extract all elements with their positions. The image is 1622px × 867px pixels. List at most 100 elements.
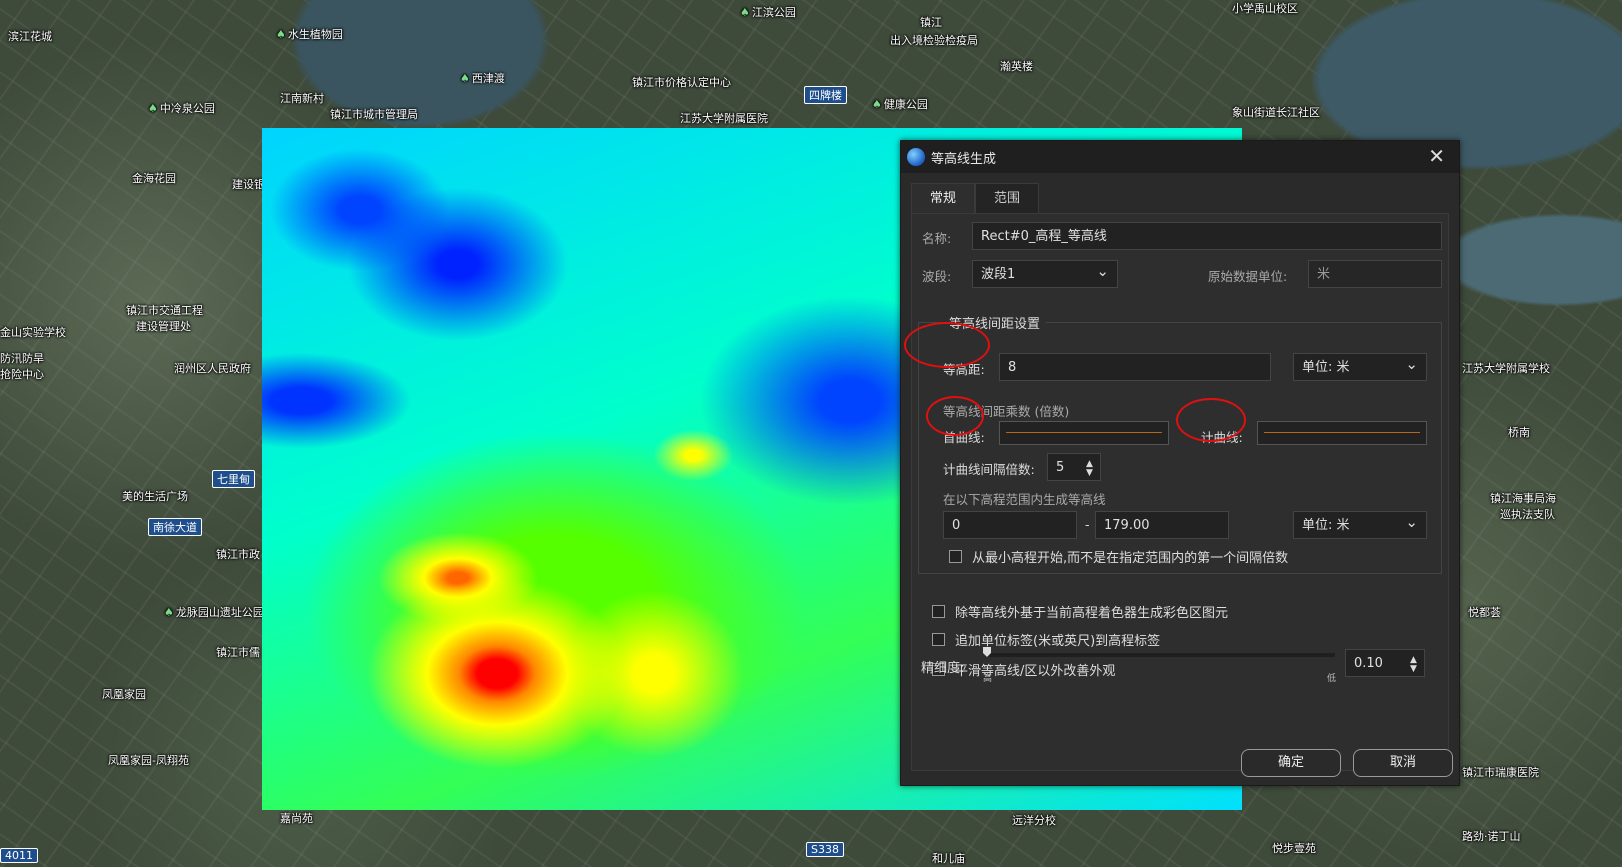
tab-general[interactable]: 常规: [911, 183, 976, 215]
map-label: 金山实验学校: [0, 324, 66, 340]
unit-orig-label: 原始数据单位:: [1208, 269, 1288, 284]
close-icon[interactable]: ✕: [1428, 145, 1445, 167]
range-min-input[interactable]: 0: [943, 511, 1077, 539]
map-label: 远洋分校: [1012, 812, 1056, 828]
index-interval-value: 5: [1056, 460, 1065, 475]
interval-unit-select[interactable]: 单位: 米 ⌄: [1293, 353, 1427, 381]
interval-group: 等高线间距设置 等高距: 8 单位: 米 ⌄ 等高线间距乘数 (倍数) 首曲线:…: [918, 313, 1442, 574]
park-pin-icon: ♠: [740, 6, 750, 19]
map-label: 出入境检验检疫局: [890, 32, 978, 48]
road-tag: S338: [806, 842, 844, 857]
map-label: 润州区人民政府: [174, 360, 251, 376]
contour-dialog: 等高线生成 ✕ 常规 范围 名称: Rect#0_高程_等高线 波段: 波段1 …: [900, 140, 1460, 786]
map-label: 防汛防旱: [0, 350, 44, 366]
start-from-min-checkbox[interactable]: 从最小高程开始,而不是在指定范围内的第一个间隔倍数: [949, 547, 1288, 566]
range-unit-select[interactable]: 单位: 米 ⌄: [1293, 511, 1427, 539]
map-label-text: 小学禹山校区: [1232, 2, 1298, 15]
map-label-text: 远洋分校: [1012, 814, 1056, 827]
map-label: ♠ 中冷泉公园: [148, 100, 215, 116]
checkbox-box[interactable]: [949, 550, 962, 563]
map-label-text: 镇江: [920, 16, 942, 29]
precision-low-label: 低: [1327, 674, 1337, 684]
color-region-checkbox[interactable]: 除等高线外基于当前高程着色器生成彩色区图元: [932, 602, 1228, 621]
map-label-text: 健康公园: [883, 98, 928, 111]
map-label-text: 中冷泉公园: [159, 102, 215, 115]
chevron-down-icon: ⌄: [1405, 355, 1418, 373]
map-label-text: 嘉尚苑: [280, 812, 313, 825]
map-label: 抢险中心: [0, 366, 44, 382]
park-pin-icon: ♠: [148, 102, 158, 115]
map-label: ♠ 西津渡: [460, 70, 505, 86]
spin-down-icon[interactable]: ▼: [1086, 469, 1093, 478]
map-label-text: 滨江花城: [8, 30, 52, 43]
map-label-text: 桥南: [1508, 426, 1530, 439]
map-label-text: 江滨公园: [751, 6, 796, 19]
chevron-down-icon: ⌄: [1405, 513, 1418, 531]
map-label-text: 镇江市政: [216, 548, 260, 561]
map-label-text: 凤凰家园-凤翔苑: [108, 754, 189, 767]
ok-button[interactable]: 确定: [1241, 749, 1341, 777]
map-label-text: 水生植物园: [287, 28, 343, 41]
map-label: 凤凰家园-凤翔苑: [108, 752, 189, 768]
map-label-text: 巡执法支队: [1500, 508, 1555, 521]
precision-slider-track[interactable]: [985, 653, 1335, 657]
range-max-input[interactable]: 179.00: [1095, 511, 1229, 539]
map-label: 桥南: [1508, 424, 1530, 440]
interval-input[interactable]: 8: [999, 353, 1271, 381]
map-label-text: 镇江市儒: [216, 646, 260, 659]
map-label-text: 建设管理处: [136, 320, 191, 333]
map-label: 悦步壹苑: [1272, 840, 1316, 856]
dialog-title: 等高线生成: [931, 151, 997, 167]
map-label: 小学禹山校区: [1232, 0, 1298, 16]
map-label-text: 镇江市城市管理局: [330, 108, 418, 121]
map-label-text: 防汛防旱: [0, 352, 44, 365]
band-select[interactable]: 波段1 ⌄: [972, 260, 1118, 288]
dialog-titlebar[interactable]: 等高线生成 ✕: [901, 141, 1459, 173]
map-label-text: 江南新村: [280, 92, 324, 105]
map-label: 江南新村: [280, 90, 324, 106]
name-input[interactable]: Rect#0_高程_等高线: [972, 222, 1442, 250]
map-label-text: 镇江海事局海: [1490, 492, 1556, 505]
spin-down-icon[interactable]: ▼: [1410, 665, 1417, 674]
cancel-button[interactable]: 取消: [1353, 749, 1453, 777]
road-tag: 4011: [0, 848, 38, 863]
index-line-style[interactable]: [1257, 421, 1427, 445]
road-tag: 七里甸: [212, 470, 255, 488]
map-label-text: 美的生活广场: [122, 490, 188, 503]
map-label-text: 镇江市交通工程: [126, 304, 203, 317]
map-label: ♠ 健康公园: [872, 96, 928, 112]
map-label-text: 出入境检验检疫局: [890, 34, 978, 47]
unit-label-checkbox[interactable]: 追加单位标签(米或英尺)到高程标签: [932, 630, 1160, 649]
map-label: 镇江市价格认定中心: [632, 74, 731, 90]
name-label: 名称:: [922, 231, 952, 246]
start-from-min-label: 从最小高程开始,而不是在指定范围内的第一个间隔倍数: [972, 551, 1289, 566]
map-label: 凤凰家园: [102, 686, 146, 702]
map-label-text: 悦步壹苑: [1272, 842, 1316, 855]
map-label-text: 江苏大学附属医院: [680, 112, 768, 125]
map-label: 镇江市瑞康医院: [1462, 764, 1539, 780]
intermediate-line-style[interactable]: [999, 421, 1169, 445]
map-label-text: 镇江市价格认定中心: [632, 76, 731, 89]
band-label: 波段:: [922, 269, 952, 284]
tab-bar: 常规 范围: [911, 183, 1040, 215]
index-interval-stepper[interactable]: 5 ▲ ▼: [1047, 453, 1101, 481]
interval-unit-value: 单位: 米: [1302, 360, 1350, 375]
map-label-text: 象山街道长江社区: [1232, 106, 1320, 119]
map-label: 滨江花城: [8, 28, 52, 44]
general-panel: 名称: Rect#0_高程_等高线 波段: 波段1 ⌄ 原始数据单位: 米 等高…: [911, 213, 1449, 771]
annotation-circle: [904, 322, 990, 368]
map-label: 悦都荟: [1468, 604, 1501, 620]
chevron-down-icon: ⌄: [1096, 262, 1109, 280]
smooth-label: 平滑等高线/区以外改善外观: [955, 664, 1116, 679]
checkbox-box[interactable]: [932, 633, 945, 646]
range-unit-value: 单位: 米: [1302, 518, 1350, 533]
precision-high-label: 高: [983, 674, 993, 684]
map-label: ♠ 龙脉园山遗址公园: [164, 604, 264, 620]
precision-label: 精细度:: [921, 661, 965, 676]
checkbox-box[interactable]: [932, 605, 945, 618]
range-label: 在以下高程范围内生成等高线: [943, 492, 1106, 507]
tab-range[interactable]: 范围: [975, 183, 1040, 215]
map-label-text: 金海花园: [132, 172, 176, 185]
precision-stepper[interactable]: 0.10 ▲ ▼: [1345, 649, 1425, 677]
map-label-text: 悦都荟: [1468, 606, 1501, 619]
